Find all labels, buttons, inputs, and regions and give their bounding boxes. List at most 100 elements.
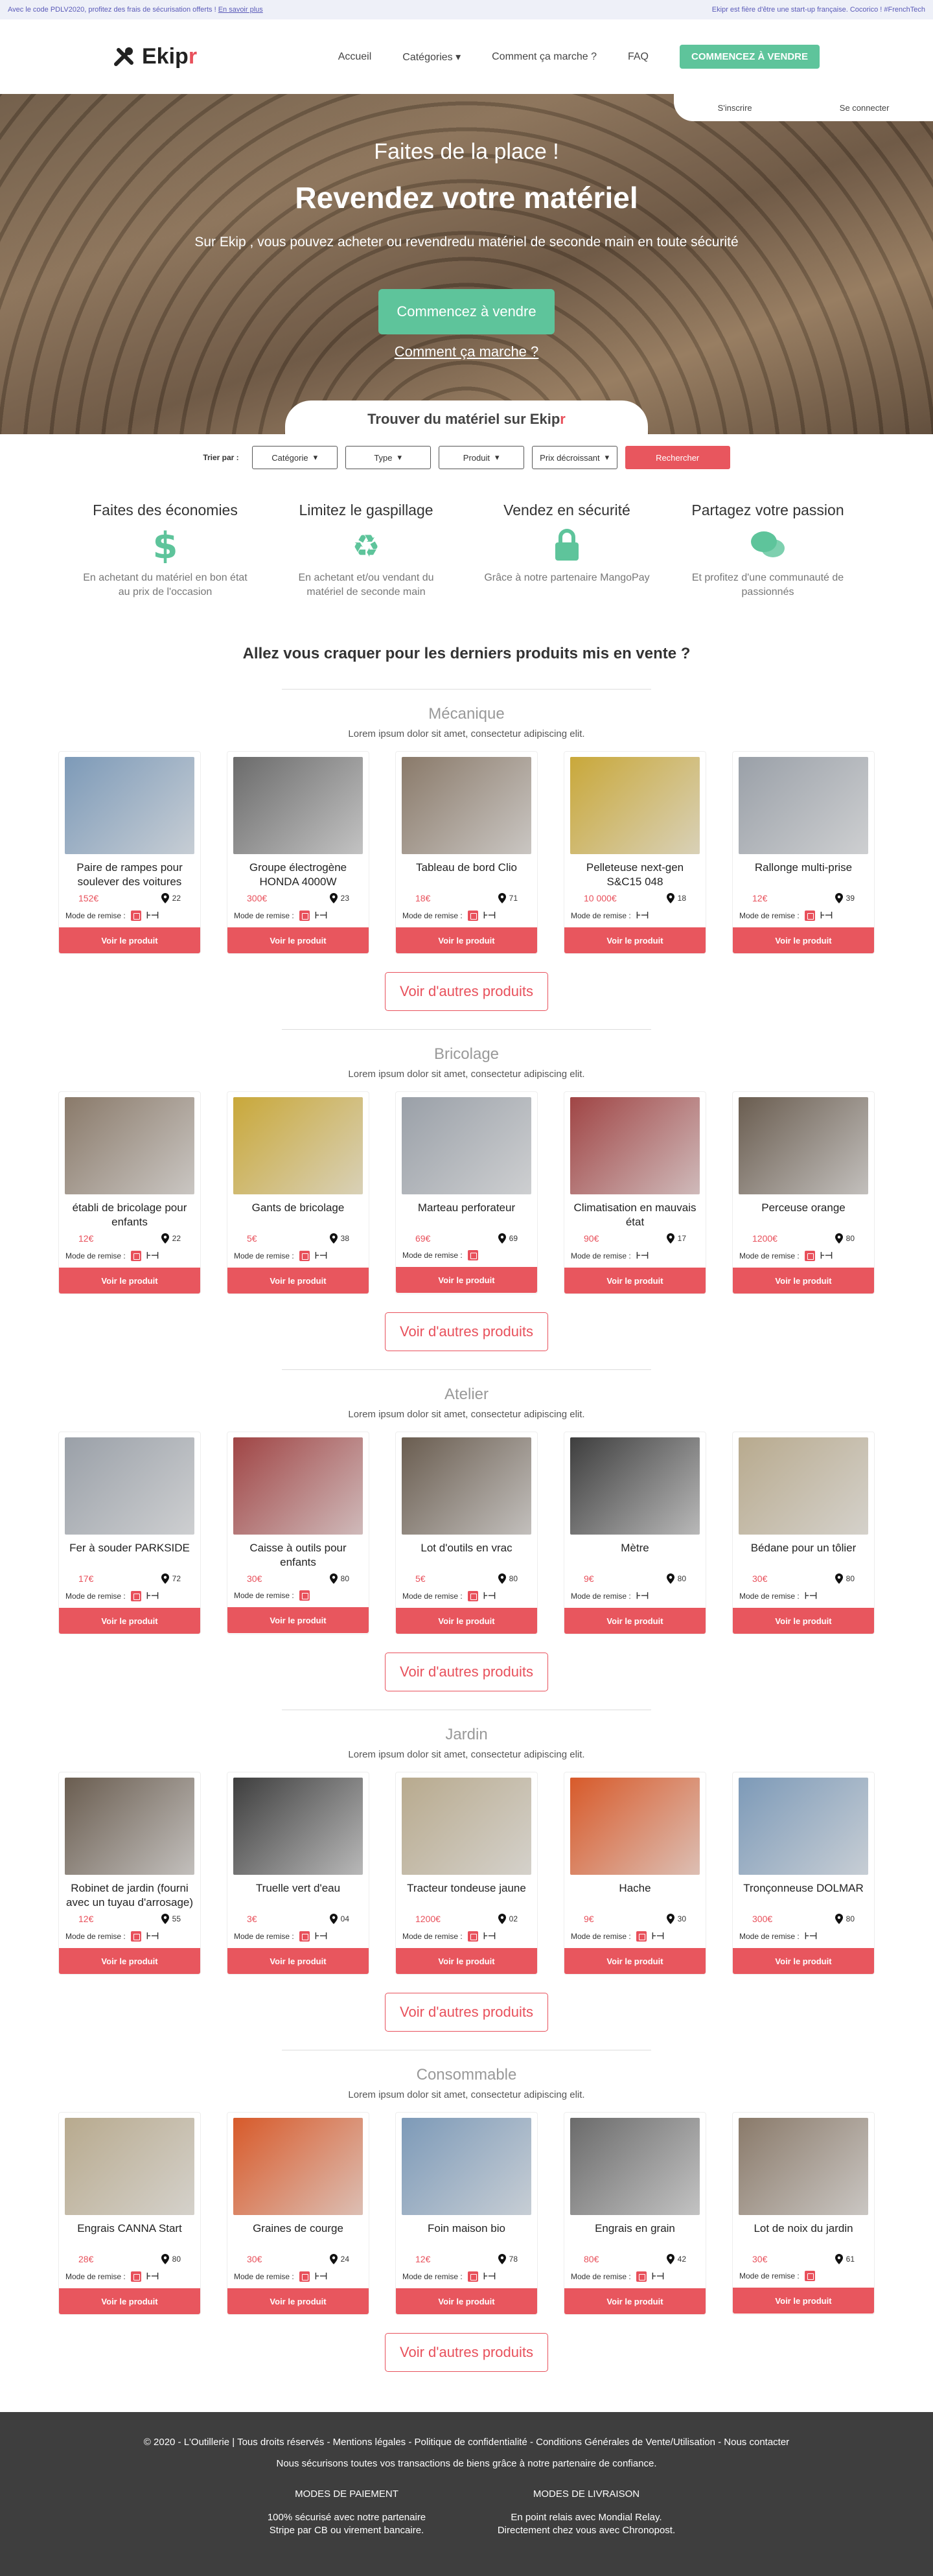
- nav-faq[interactable]: FAQ: [628, 51, 649, 63]
- product-card[interactable]: Fer à souder PARKSIDE 17€ 72 Mode de remise…: [58, 1432, 201, 1634]
- product-card[interactable]: Lot de noix du jardin 30€ 61 Mode de remise…: [732, 2112, 875, 2315]
- nav-categories[interactable]: Catégories ▾: [402, 51, 461, 64]
- view-product-button[interactable]: Voir le produit: [564, 927, 706, 953]
- product-card[interactable]: Marteau perforateur 69€ 69 Mode de remise :…: [395, 1091, 538, 1294]
- more-products-button[interactable]: Voir d'autres produits: [385, 2333, 548, 2372]
- product-card[interactable]: Foin maison bio 12€ 78 Mode de remise : ⊦⊣ Vo…: [395, 2112, 538, 2315]
- product-image[interactable]: [739, 1778, 868, 1875]
- product-card[interactable]: Tableau de bord Clio 18€ 71 Mode de remise …: [395, 751, 538, 954]
- product-image[interactable]: [233, 2118, 363, 2215]
- view-product-button[interactable]: Voir le produit: [733, 1948, 874, 1974]
- product-card[interactable]: Bédane pour un tôlier 30€ 80 Mode de remise…: [732, 1432, 875, 1634]
- product-image[interactable]: [233, 757, 363, 854]
- view-product-button[interactable]: Voir le produit: [564, 1608, 706, 1634]
- view-product-button[interactable]: Voir le produit: [59, 1268, 200, 1294]
- product-image[interactable]: [739, 1097, 868, 1194]
- product-image[interactable]: [402, 1097, 531, 1194]
- product-card[interactable]: Climatisation en mauvais état 90€ 17 Mode d…: [564, 1091, 706, 1294]
- more-products-button[interactable]: Voir d'autres produits: [385, 972, 548, 1011]
- view-product-button[interactable]: Voir le produit: [396, 927, 537, 953]
- product-card[interactable]: Engrais CANNA Start 28€ 80 Mode de remise :…: [58, 2112, 201, 2315]
- product-card[interactable]: Tronçonneuse DOLMAR 300€ 80 Mode de remise …: [732, 1772, 875, 1975]
- product-card[interactable]: Mètre 9€ 80 Mode de remise : ⊦⊣ Voir le produ…: [564, 1432, 706, 1634]
- nav-accueil[interactable]: Accueil: [338, 51, 372, 63]
- more-products-button[interactable]: Voir d'autres produits: [385, 1993, 548, 2032]
- product-image[interactable]: [402, 2118, 531, 2215]
- promo-link[interactable]: En savoir plus: [218, 6, 263, 14]
- category-select[interactable]: Catégorie ▾: [251, 446, 338, 469]
- product-card[interactable]: Caisse à outils pour enfants 30€ 80 Mode de…: [227, 1432, 369, 1634]
- view-product-button[interactable]: Voir le produit: [733, 1608, 874, 1634]
- view-product-button[interactable]: Voir le produit: [396, 1948, 537, 1974]
- product-card[interactable]: Tracteur tondeuse jaune 1200€ 02 Mode de re…: [395, 1772, 538, 1975]
- product-card[interactable]: Graines de courge 30€ 24 Mode de remise : ⊦⊣…: [227, 2112, 369, 2315]
- view-product-button[interactable]: Voir le produit: [564, 1948, 706, 1974]
- product-image[interactable]: [233, 1778, 363, 1875]
- product-card[interactable]: Perceuse orange 1200€ 80 Mode de remise : ⊦⊣…: [732, 1091, 875, 1294]
- hand-delivery-icon: ⊦⊣: [483, 910, 496, 920]
- product-image[interactable]: [65, 2118, 194, 2215]
- view-product-button[interactable]: Voir le produit: [396, 1608, 537, 1634]
- start-selling-button[interactable]: COMMENCEZ À VENDRE: [679, 45, 820, 69]
- more-products-button[interactable]: Voir d'autres produits: [385, 1653, 548, 1691]
- product-image[interactable]: [402, 1437, 531, 1535]
- product-card[interactable]: Groupe électrogène HONDA 4000W 300€ 23 Mode…: [227, 751, 369, 954]
- view-product-button[interactable]: Voir le produit: [396, 2288, 537, 2314]
- view-product-button[interactable]: Voir le produit: [59, 1608, 200, 1634]
- product-card[interactable]: Rallonge multi-prise 12€ 39 Mode de remise …: [732, 751, 875, 954]
- product-card[interactable]: Hache 9€ 30 Mode de remise : ⊦⊣ Voir le produ…: [564, 1772, 706, 1975]
- product-image[interactable]: [739, 1437, 868, 1535]
- view-product-button[interactable]: Voir le produit: [227, 1268, 369, 1294]
- product-image[interactable]: [570, 2118, 700, 2215]
- product-image[interactable]: [739, 757, 868, 854]
- view-product-button[interactable]: Voir le produit: [227, 1607, 369, 1633]
- view-product-button[interactable]: Voir le produit: [733, 1268, 874, 1294]
- view-product-button[interactable]: Voir le produit: [59, 2288, 200, 2314]
- delivery-modes: Mode de remise : ⊦⊣: [227, 1924, 369, 1948]
- view-product-button[interactable]: Voir le produit: [564, 2288, 706, 2314]
- product-card[interactable]: Gants de bricolage 5€ 38 Mode de remise : ⊦⊣…: [227, 1091, 369, 1294]
- view-product-button[interactable]: Voir le produit: [227, 2288, 369, 2314]
- product-card[interactable]: Paire de rampes pour soulever des voitur…: [58, 751, 201, 954]
- product-card[interactable]: Truelle vert d'eau 3€ 04 Mode de remise : ⊦⊣…: [227, 1772, 369, 1975]
- search-button[interactable]: Rechercher: [625, 446, 730, 469]
- view-product-button[interactable]: Voir le produit: [564, 1268, 706, 1294]
- product-image[interactable]: [65, 1437, 194, 1535]
- product-card[interactable]: Engrais en grain 80€ 42 Mode de remise : ⊦⊣ V…: [564, 2112, 706, 2315]
- view-product-button[interactable]: Voir le produit: [59, 1948, 200, 1974]
- product-image[interactable]: [570, 1097, 700, 1194]
- more-products-button[interactable]: Voir d'autres produits: [385, 1312, 548, 1351]
- shipping-line: En point relais avec Mondial Relay.: [511, 2512, 662, 2523]
- view-product-button[interactable]: Voir le produit: [59, 927, 200, 953]
- location-pin-icon: [329, 1914, 338, 1924]
- view-product-button[interactable]: Voir le produit: [396, 1267, 537, 1293]
- product-image[interactable]: [570, 1778, 700, 1875]
- product-card[interactable]: Robinet de jardin (fourni avec un tuyau …: [58, 1772, 201, 1975]
- price-sort-select[interactable]: Prix décroissant ▾: [531, 446, 617, 469]
- hero-sell-button[interactable]: Commencez à vendre: [378, 289, 555, 334]
- hero-how-link[interactable]: Comment ça marche ?: [0, 343, 933, 360]
- product-image[interactable]: [65, 1778, 194, 1875]
- product-image[interactable]: [402, 757, 531, 854]
- product-image[interactable]: [402, 1778, 531, 1875]
- product-image[interactable]: [65, 757, 194, 854]
- view-product-button[interactable]: Voir le produit: [733, 2288, 874, 2314]
- view-product-button[interactable]: Voir le produit: [227, 1948, 369, 1974]
- product-card[interactable]: Pelleteuse next-gen S&C15 048 10 000€ 18 Mo…: [564, 751, 706, 954]
- product-image[interactable]: [570, 1437, 700, 1535]
- nav-comment[interactable]: Comment ça marche ?: [492, 51, 597, 63]
- product-image[interactable]: [233, 1437, 363, 1535]
- footer-links[interactable]: © 2020 - L'Outillerie | Tous droits rése…: [0, 2437, 933, 2448]
- product-image[interactable]: [739, 2118, 868, 2215]
- product-card[interactable]: Lot d'outils en vrac 5€ 80 Mode de remise :…: [395, 1432, 538, 1634]
- delivery-label: Mode de remise :: [571, 911, 631, 920]
- product-image[interactable]: [570, 757, 700, 854]
- view-product-button[interactable]: Voir le produit: [733, 927, 874, 953]
- logo[interactable]: Ekipr: [113, 44, 197, 69]
- view-product-button[interactable]: Voir le produit: [227, 927, 369, 953]
- type-select[interactable]: Type ▾: [345, 446, 431, 469]
- product-select[interactable]: Produit ▾: [438, 446, 524, 469]
- product-image[interactable]: [65, 1097, 194, 1194]
- product-card[interactable]: établi de bricolage pour enfants 12€ 22 Mod…: [58, 1091, 201, 1294]
- product-image[interactable]: [233, 1097, 363, 1194]
